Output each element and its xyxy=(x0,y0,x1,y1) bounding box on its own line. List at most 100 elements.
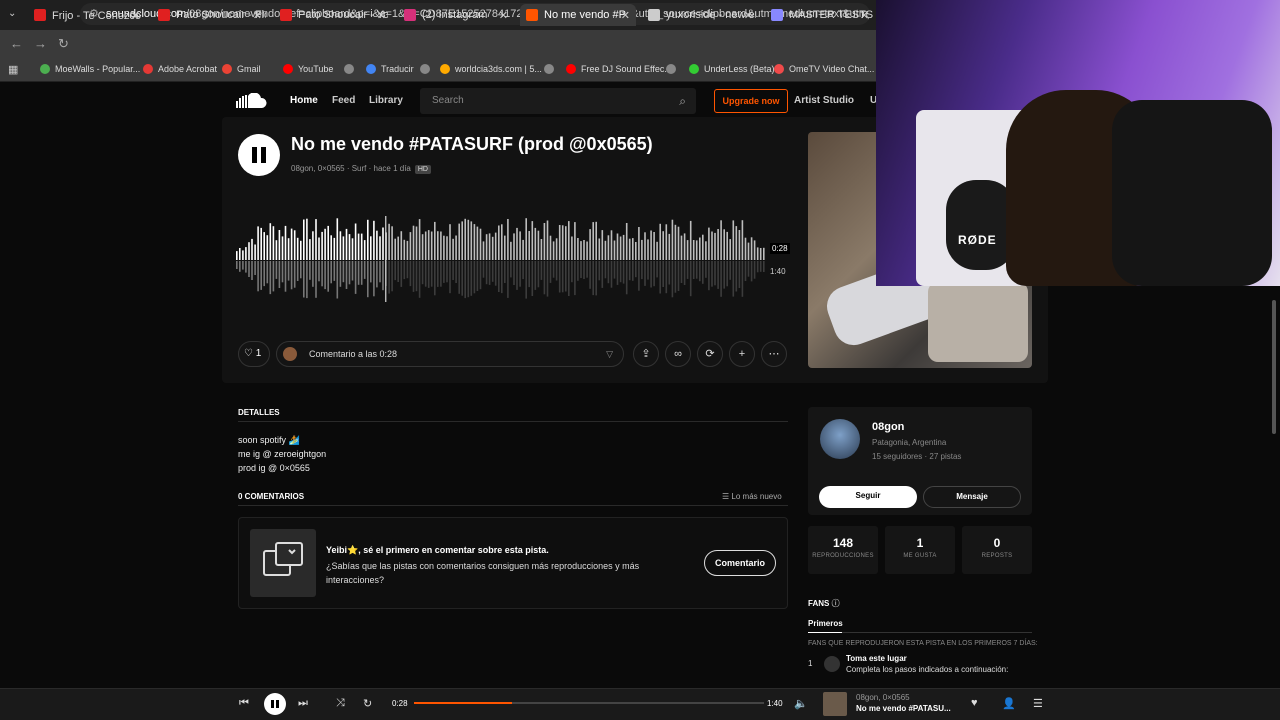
browser-tab[interactable]: (2) Instagram ✕ xyxy=(398,4,514,26)
waveform-reflection-bar xyxy=(568,261,570,296)
fans-tab-primeros[interactable]: Primeros xyxy=(808,619,843,628)
more-icon[interactable]: ⋯ xyxy=(761,341,787,367)
waveform-reflection-bar xyxy=(571,261,573,283)
reload-icon[interactable]: ↻ xyxy=(58,36,69,52)
bookmark-item[interactable] xyxy=(420,64,435,74)
next-track-icon[interactable]: ⏭ xyxy=(298,697,308,710)
waveform-bar xyxy=(543,223,546,260)
comment-button[interactable]: Comentario xyxy=(704,550,776,576)
bookmark-item[interactable] xyxy=(544,64,559,74)
waveform-bar xyxy=(601,230,604,260)
waveform-reflection-bar xyxy=(330,261,332,284)
waveform-bar xyxy=(665,224,668,260)
follow-user-icon[interactable]: 👤 xyxy=(1002,697,1016,710)
waveform-bar xyxy=(315,219,317,260)
waveform-reflection-bar xyxy=(293,261,296,288)
search-icon[interactable]: ⌕ xyxy=(679,88,686,114)
bookmark-item[interactable]: worldcia3ds.com | 5... xyxy=(440,64,542,74)
waveform-reflection-bar xyxy=(421,261,424,285)
apps-grid-icon[interactable]: ▦ xyxy=(8,63,18,76)
player-progress-bar[interactable] xyxy=(414,702,764,704)
bookmark-item[interactable]: UnderLess (Beta) xyxy=(689,64,775,74)
like-button[interactable]: ♡ 1 xyxy=(238,341,270,367)
nav-home[interactable]: Home xyxy=(290,95,318,106)
waveform-reflection-bar xyxy=(360,261,363,285)
repeat-icon[interactable]: ↻ xyxy=(363,697,372,710)
player-like-icon[interactable]: ♥ xyxy=(971,697,978,709)
tab-close-icon[interactable]: ✕ xyxy=(377,9,386,22)
waveform-reflection-bar xyxy=(446,261,448,283)
artist-avatar[interactable] xyxy=(820,419,860,459)
artist-name[interactable]: 08gon xyxy=(872,421,904,433)
share-icon[interactable]: ⇪ xyxy=(633,341,659,367)
player-title[interactable]: No me vendo #PATASU... xyxy=(856,704,951,713)
waveform-reflection-bar xyxy=(494,261,497,286)
browser-tab[interactable]: MASTER TESTS ✕ xyxy=(765,4,875,26)
queue-icon[interactable]: ☰ xyxy=(1033,697,1043,710)
info-icon[interactable]: ⓘ xyxy=(832,599,840,608)
upgrade-now-button[interactable]: Upgrade now xyxy=(714,89,788,113)
browser-tab[interactable]: yuxoriside - new era ✕ xyxy=(642,4,759,26)
tab-close-icon[interactable]: ✕ xyxy=(621,9,630,22)
nav-feed[interactable]: Feed xyxy=(332,95,355,106)
bookmark-item[interactable]: Adobe Acrobat xyxy=(143,64,217,74)
nav-library[interactable]: Library xyxy=(369,95,403,106)
back-arrow-icon[interactable]: ← xyxy=(10,36,23,51)
bookmark-item[interactable]: Traducir xyxy=(366,64,414,74)
previous-track-icon[interactable]: ⏮ xyxy=(239,697,249,710)
waveform-bar xyxy=(677,226,680,260)
stat-label: REPOSTS xyxy=(981,553,1013,559)
follow-button[interactable]: Seguir xyxy=(819,486,917,508)
waveform-bar xyxy=(318,237,320,260)
send-icon[interactable]: ▽ xyxy=(606,342,613,366)
browser-tab[interactable]: No me vendo #P ✕ xyxy=(520,4,636,26)
bookmark-item[interactable]: YouTube xyxy=(283,64,333,74)
volume-icon[interactable]: 🔈 xyxy=(794,697,808,710)
tab-close-icon[interactable]: ✕ xyxy=(499,9,508,22)
search-input[interactable]: Search ⌕ xyxy=(420,88,696,114)
player-thumbnail[interactable] xyxy=(823,692,847,716)
waveform-reflection-bar xyxy=(549,261,552,283)
page-scrollbar[interactable] xyxy=(1272,300,1276,434)
waveform-reflection-bar xyxy=(552,261,555,278)
waveform-reflection-bar xyxy=(583,261,585,279)
pause-button[interactable] xyxy=(238,134,280,176)
add-to-playlist-icon[interactable]: + xyxy=(729,341,755,367)
waveform[interactable] xyxy=(236,210,766,306)
waveform-bar xyxy=(647,239,649,260)
bookmark-item[interactable] xyxy=(344,64,359,74)
bookmark-item[interactable] xyxy=(666,64,681,74)
bookmark-item[interactable]: Free DJ Sound Effec... xyxy=(566,64,672,74)
copy-link-icon[interactable]: ∞ xyxy=(665,341,691,367)
message-button[interactable]: Mensaje xyxy=(923,486,1021,508)
bookmark-favicon-icon xyxy=(689,64,699,74)
browser-tab[interactable]: Pato Shoucair - YouT✕ xyxy=(274,4,392,26)
bookmark-label: worldcia3ds.com | 5... xyxy=(455,64,542,74)
browser-tab[interactable]: Frijo - Te Conozco 💔✕ xyxy=(28,4,146,26)
tab-close-icon[interactable]: ✕ xyxy=(131,9,140,22)
tab-close-icon[interactable]: ✕ xyxy=(253,9,262,22)
browser-tab[interactable]: Pato Shoucair - Flore✕ xyxy=(152,4,268,26)
waveform-reflection-bar xyxy=(653,261,655,287)
sort-dropdown[interactable]: ☰ Lo más nuevo xyxy=(722,492,782,501)
soundcloud-logo-icon[interactable] xyxy=(236,92,270,109)
repost-icon[interactable]: ⟳ xyxy=(697,341,723,367)
bookmark-favicon-icon xyxy=(283,64,293,74)
shuffle-icon[interactable]: ⤨ xyxy=(336,697,345,710)
player-pause-button[interactable] xyxy=(264,693,286,715)
forward-arrow-icon[interactable]: → xyxy=(34,36,47,51)
waveform-reflection-bar xyxy=(619,261,622,283)
waveform-bar xyxy=(516,227,518,260)
tab-search-chevron-icon[interactable]: ⌄ xyxy=(8,8,16,19)
waveform-reflection-bar xyxy=(641,261,643,280)
bookmark-item[interactable]: OmeTV Video Chat... xyxy=(774,64,874,74)
bookmark-item[interactable]: Gmail xyxy=(222,64,261,74)
player-artist[interactable]: 08gon, 0×0565 xyxy=(856,693,910,702)
nav-artist-studio[interactable]: Artist Studio xyxy=(794,95,854,106)
waveform-bar xyxy=(421,234,424,260)
comment-input[interactable]: Comentario a las 0:28 ▽ xyxy=(276,341,624,367)
waveform-bar xyxy=(281,236,284,260)
tab-close-icon[interactable]: ✕ xyxy=(744,9,753,22)
bookmark-item[interactable]: MoeWalls - Popular... xyxy=(40,64,140,74)
tab-close-icon[interactable]: ✕ xyxy=(860,9,869,22)
